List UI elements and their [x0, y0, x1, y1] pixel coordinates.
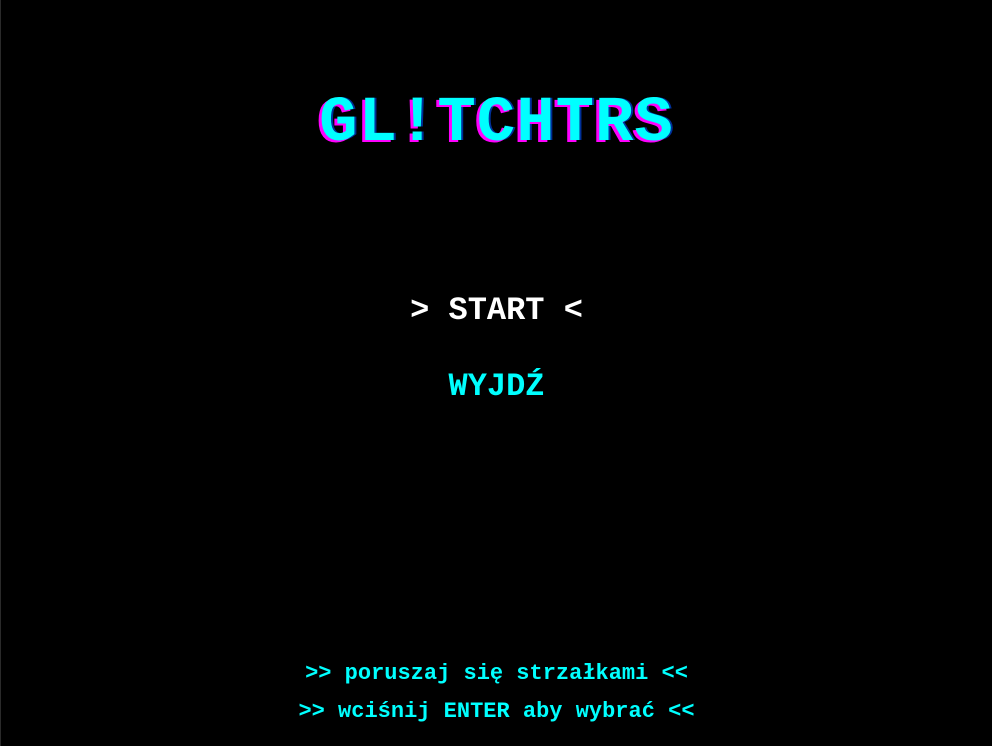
- main-menu: > START < WYJDŹ: [1, 285, 992, 413]
- hint-arrows: >> poruszaj się strzałkami <<: [305, 661, 688, 686]
- controls-hints: >> poruszaj się strzałkami << >> wciśnij…: [1, 657, 992, 729]
- menu-item-exit[interactable]: WYJDŹ: [1, 361, 992, 413]
- game-screen: GL!TCHTRS > START < WYJDŹ >> poruszaj si…: [0, 0, 992, 746]
- menu-item-start[interactable]: > START <: [1, 285, 992, 337]
- hint-enter: >> wciśnij ENTER aby wybrać <<: [298, 699, 695, 724]
- game-title: GL!TCHTRS: [319, 88, 674, 160]
